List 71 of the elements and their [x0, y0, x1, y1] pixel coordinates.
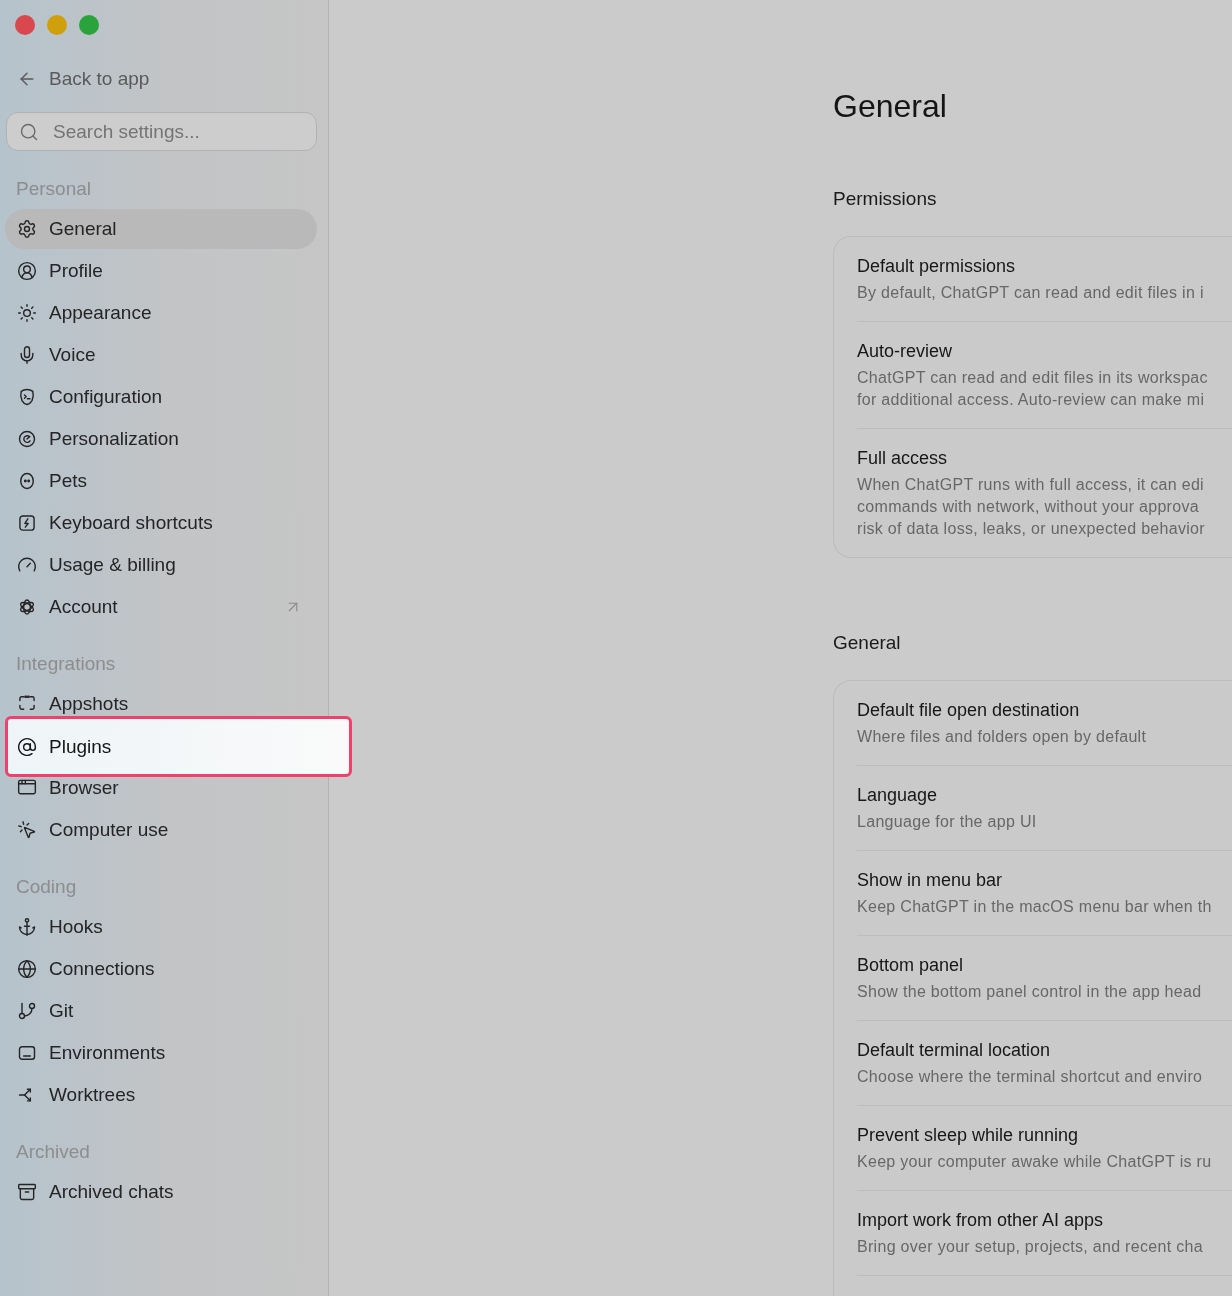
sidebar-item[interactable]: Voice [5, 335, 317, 375]
sidebar-item[interactable]: Account [5, 587, 317, 627]
user-circle-icon [17, 261, 37, 281]
setting-title: Default terminal location [857, 1039, 1052, 1061]
panel-icon [17, 1043, 37, 1063]
setting-description: When ChatGPT runs with full access, it can edi commands with network, without your approva risk of data loss, leaks, or unexpected behavior [857, 475, 1206, 539]
setting-title: Default file open destination [857, 699, 1081, 721]
setting-description: Keep ChatGPT in the macOS menu bar when th [857, 897, 1213, 917]
lightning-square-icon [17, 513, 37, 533]
microphone-icon [17, 345, 37, 365]
sidebar-item[interactable]: Keyboard shortcuts [5, 503, 317, 543]
search-field[interactable]: Search settings... [6, 112, 317, 151]
section-label: Coding [15, 875, 78, 899]
section-heading: Permissions [833, 187, 938, 211]
zoom-button[interactable] [79, 15, 99, 35]
face-icon [17, 471, 37, 491]
frame-icon [17, 693, 37, 713]
globe-icon [17, 959, 37, 979]
sidebar-item[interactable]: Hooks [5, 907, 317, 947]
search-icon [19, 121, 39, 142]
setting-description: Where files and folders open by default [857, 727, 1148, 747]
setting-title: Import work from other AI apps [857, 1209, 1105, 1231]
shield-prompt-icon [17, 387, 37, 407]
section-heading: General [833, 631, 902, 655]
anchor-icon [17, 917, 37, 937]
setting-title: Prevent sleep while running [857, 1124, 1080, 1146]
sun-icon [17, 303, 37, 323]
sidebar-item[interactable]: General [5, 209, 317, 249]
knot-icon [17, 597, 37, 617]
sidebar-item[interactable]: Personalization [5, 419, 317, 459]
sidebar-item[interactable]: Worktrees [5, 1075, 317, 1115]
sidebar-item[interactable]: Appshots [5, 684, 317, 716]
setting-title: Full access [857, 447, 949, 469]
section-label: Personal [15, 177, 92, 201]
setting-title: Default permissions [857, 255, 1017, 277]
setting-title: Language [857, 784, 939, 806]
setting-description: Show the bottom panel control in the app head [857, 982, 1203, 1002]
window-icon [17, 777, 37, 797]
setting-title: Show in menu bar [857, 869, 1004, 891]
back-link[interactable]: Back to app [5, 63, 156, 95]
setting-description: Choose where the terminal shortcut and enviro [857, 1067, 1204, 1087]
pointer-click-icon [17, 820, 37, 840]
sidebar-item[interactable]: Browser [5, 777, 317, 808]
sidebar-item[interactable]: Pets [5, 461, 317, 501]
at-sign-icon [17, 736, 37, 757]
sidebar-item[interactable]: Appearance [5, 293, 317, 333]
close-button[interactable] [15, 15, 35, 35]
setting-description: By default, ChatGPT can read and edit files in i [857, 283, 1205, 303]
setting-title: Bottom panel [857, 954, 965, 976]
setting-description: Language for the app UI [857, 812, 1038, 832]
sidebar-item[interactable]: Configuration [5, 377, 317, 417]
sidebar-item[interactable]: Computer use [5, 810, 317, 850]
setting-description: Bring over your setup, projects, and recent cha [857, 1237, 1204, 1257]
sidebar-item[interactable]: Git [5, 991, 317, 1031]
sidebar-item[interactable]: Profile [5, 251, 317, 291]
setting-title: Auto-review [857, 340, 954, 362]
branch-icon [17, 1001, 37, 1021]
swirl-circle-icon [17, 429, 37, 449]
archive-icon [17, 1182, 37, 1202]
sidebar-item[interactable]: Environments [5, 1033, 317, 1073]
setting-description: Keep your computer awake while ChatGPT is ru [857, 1152, 1213, 1172]
gear-icon [17, 219, 37, 239]
sidebar-item[interactable]: Usage & billing [5, 545, 317, 585]
sidebar-item[interactable]: Plugins [5, 716, 352, 777]
page-title: General [833, 87, 948, 126]
setting-description: ChatGPT can read and edit files in its workspac for additional access. Auto-review can make mi [857, 368, 1209, 410]
sidebar-item[interactable]: Archived chats [5, 1172, 317, 1212]
section-label: Archived [15, 1140, 91, 1164]
minimize-button[interactable] [47, 15, 67, 35]
sidebar-item[interactable]: Connections [5, 949, 317, 989]
section-label: Integrations [15, 652, 117, 676]
